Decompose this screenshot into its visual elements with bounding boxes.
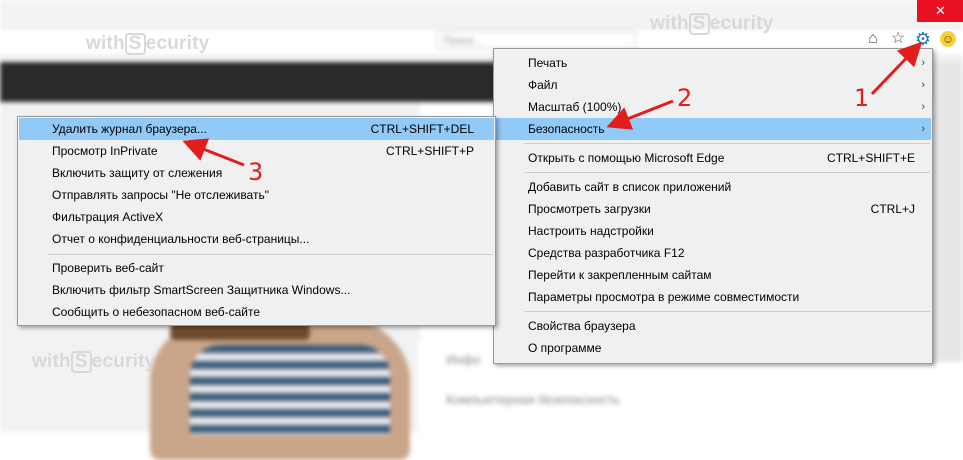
- arrow-to-safety: [606, 99, 674, 130]
- annotation-step-3: 3: [248, 158, 264, 186]
- annotation-arrows: [182, 41, 923, 167]
- arrow-to-delete-history: [182, 138, 245, 167]
- annotation-step-2: 2: [677, 84, 693, 112]
- arrow-to-gear: [870, 41, 923, 96]
- annotation-step-1: 1: [854, 84, 870, 112]
